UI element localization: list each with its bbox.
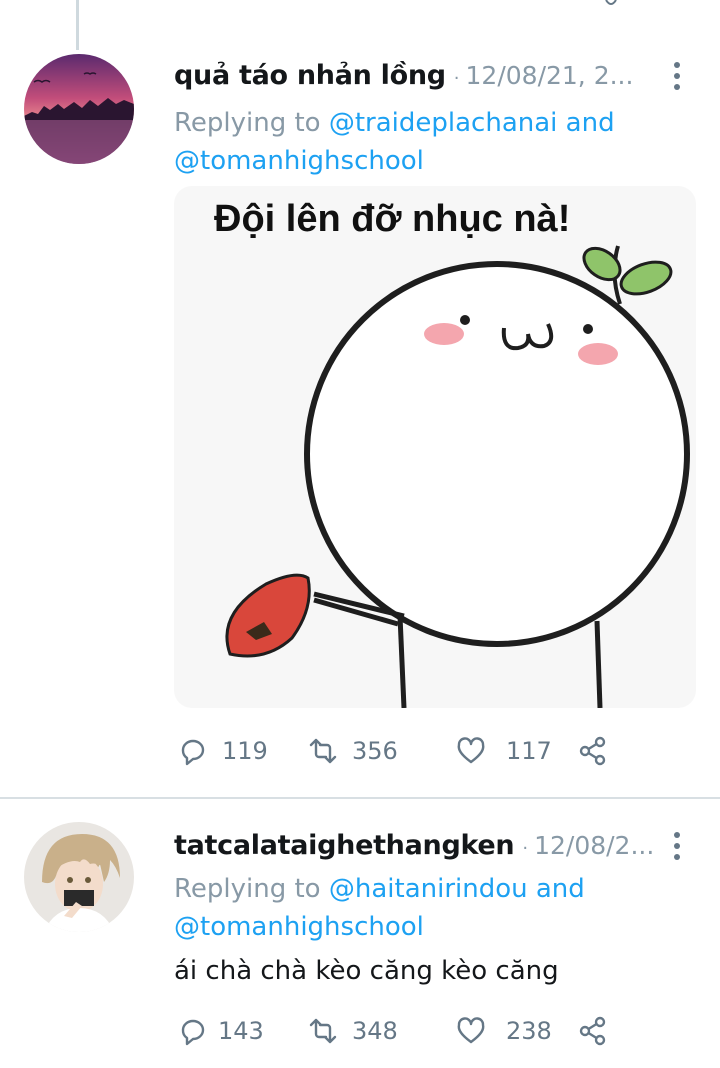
display-name[interactable]: tatcalataighethangken xyxy=(174,830,515,861)
reply-icon xyxy=(181,739,205,766)
separator-dot: · xyxy=(522,838,529,859)
retweet-count: 356 xyxy=(352,737,398,765)
retweet-icon xyxy=(309,738,337,764)
tweet-2[interactable]: tatcalataighethangken · 12/08/2... Reply… xyxy=(0,800,720,1068)
avatar-anime-character xyxy=(24,822,134,932)
like-count: 238 xyxy=(506,1017,552,1045)
retweet-icon xyxy=(309,1018,337,1044)
meme-drawing xyxy=(225,245,690,708)
replying-prefix: Replying to xyxy=(174,108,321,138)
tweet-header: quả táo nhản lồng · 12/08/21, 2... xyxy=(174,60,688,91)
avatar[interactable] xyxy=(24,54,134,164)
tweet-text: ái chà chà kèo căng kèo căng xyxy=(174,956,559,986)
tweet-date[interactable]: 12/08/21, 2... xyxy=(466,61,688,90)
share-action[interactable] xyxy=(578,1016,608,1046)
share-action[interactable] xyxy=(578,736,608,766)
display-name[interactable]: quả táo nhản lồng xyxy=(174,60,446,91)
share-icon xyxy=(579,1016,606,1046)
and-text: and xyxy=(535,874,585,904)
tweet-media-image[interactable]: Đội lên đỡ nhục nà! xyxy=(174,186,696,708)
reply-action[interactable]: 143 xyxy=(178,1016,308,1046)
like-count: 117 xyxy=(506,737,552,765)
retweet-count: 348 xyxy=(352,1017,398,1045)
share-icon xyxy=(579,736,606,766)
avatar-sunset-image xyxy=(24,54,134,164)
tweet-divider xyxy=(0,797,720,799)
tweet-1[interactable]: quả táo nhản lồng · 12/08/21, 2... Reply… xyxy=(0,0,720,798)
like-icon xyxy=(457,1017,485,1044)
mention-link[interactable]: @tomanhighschool xyxy=(174,912,424,942)
mention-link[interactable]: @haitanirindou xyxy=(329,874,528,904)
separator-dot: · xyxy=(453,68,460,89)
mention-link[interactable]: @traideplachanai xyxy=(329,108,558,138)
like-action[interactable]: 238 xyxy=(456,1016,578,1046)
more-options-icon[interactable] xyxy=(670,830,684,862)
tweet-date[interactable]: 12/08/2... xyxy=(534,831,688,860)
reply-count: 119 xyxy=(222,737,268,765)
mention-link[interactable]: @tomanhighschool xyxy=(174,146,424,176)
reply-action[interactable]: 119 xyxy=(178,736,308,766)
replying-to: Replying to @haitanirindou and @tomanhig… xyxy=(174,870,585,946)
tweet-actions: 119 356 117 xyxy=(178,736,608,766)
replying-to: Replying to @traideplachanai and @tomanh… xyxy=(174,104,615,180)
tweet-header: tatcalataighethangken · 12/08/2... xyxy=(174,830,688,861)
retweet-action[interactable]: 348 xyxy=(308,1016,456,1046)
reply-count: 143 xyxy=(218,1017,264,1045)
more-options-icon[interactable] xyxy=(670,60,684,92)
tweet-actions: 143 348 238 xyxy=(178,1016,608,1046)
like-action[interactable]: 117 xyxy=(456,736,578,766)
reply-icon xyxy=(181,1019,205,1046)
retweet-action[interactable]: 356 xyxy=(308,736,456,766)
and-text: and xyxy=(565,108,615,138)
replying-prefix: Replying to xyxy=(174,874,321,904)
like-icon xyxy=(457,737,485,764)
avatar[interactable] xyxy=(24,822,134,932)
